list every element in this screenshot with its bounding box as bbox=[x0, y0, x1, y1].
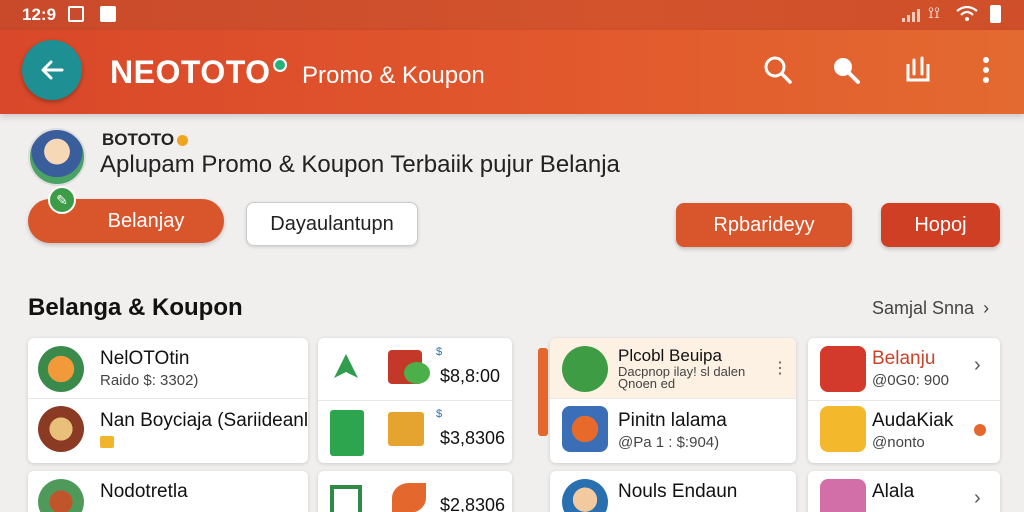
item-subtitle: @0G0: 900 bbox=[872, 372, 949, 389]
hero-tagline: Aplupam Promo & Koupon Terbaiik pujur Be… bbox=[100, 151, 620, 178]
cash-icon bbox=[330, 410, 364, 456]
list-item[interactable]: AudaKiak @nonto bbox=[808, 400, 1000, 460]
app-bar: NEOTOTO Promo & Koupon bbox=[0, 30, 1024, 114]
shop-button-label: Belanjay bbox=[107, 209, 185, 232]
item-title: Nouls Endaun bbox=[618, 481, 738, 502]
wifi-icon bbox=[956, 6, 978, 21]
chevron-right-icon: › bbox=[974, 354, 981, 376]
hot-button-label: Hopoj bbox=[914, 213, 967, 236]
coupon-card[interactable]: Nodotretla bbox=[28, 471, 308, 512]
box-icon bbox=[388, 412, 424, 446]
arrow-left-icon bbox=[41, 60, 64, 80]
divider bbox=[550, 398, 796, 399]
item-title: Belanju bbox=[872, 348, 936, 369]
brand-badge-icon bbox=[272, 58, 287, 72]
basket-thumbnail bbox=[562, 406, 608, 452]
list-coupon-button[interactable]: Dayaulantupn bbox=[246, 202, 418, 246]
coupon-button[interactable] bbox=[900, 52, 936, 88]
status-dot-icon bbox=[974, 424, 986, 436]
list-item[interactable]: Belanju @0G0: 900 › bbox=[808, 338, 1000, 398]
status-bar: 1⁠2:9 ⟟⟟ bbox=[0, 0, 1024, 30]
price-card[interactable]: $2,8306 bbox=[318, 471, 512, 512]
hero-brand: BOTOTO bbox=[102, 130, 189, 150]
avatar bbox=[562, 479, 608, 512]
see-all-label: Samjal Snna bbox=[872, 298, 975, 318]
item-title: NelOTOtin bbox=[100, 348, 190, 369]
item-subtitle: Dacpnop ilay! sl dalen Qnoen ed bbox=[618, 364, 746, 391]
price-value: $2,8306 bbox=[440, 495, 506, 512]
store-thumbnail bbox=[820, 346, 866, 392]
notification-icon bbox=[100, 6, 116, 22]
daily-promo-button-label: Rpbarideyy bbox=[713, 213, 815, 236]
accent-bar bbox=[538, 348, 548, 436]
qr-icon bbox=[330, 485, 362, 512]
item-title: Nodotretla bbox=[100, 481, 188, 502]
filter-search-button[interactable] bbox=[828, 52, 864, 88]
item-subtitle: @nonto bbox=[872, 434, 925, 451]
offer-card[interactable]: Alala › bbox=[808, 471, 1000, 512]
gallery-icon bbox=[68, 6, 84, 22]
back-button[interactable] bbox=[22, 40, 82, 100]
food-thumbnail bbox=[38, 346, 84, 392]
promo-card[interactable]: Nouls Endaun bbox=[550, 471, 796, 512]
item-subtitle: Raido $: 3302) bbox=[100, 372, 199, 389]
item-subtitle: @Pa 1 : $:904) bbox=[618, 434, 720, 451]
price-value: $8,8:00 bbox=[440, 366, 501, 386]
app-brand-label: NEOTOTO bbox=[110, 54, 271, 90]
list-item[interactable]: NelOTOtin Raido $: 3302) bbox=[28, 338, 308, 398]
search-button[interactable] bbox=[760, 52, 796, 88]
list-item[interactable]: Nan Boyciaja (Sariideanl bbox=[28, 400, 308, 460]
item-title: Nan Boyciaja (Sariideanl bbox=[100, 410, 308, 431]
search-filled-icon bbox=[834, 58, 860, 84]
see-all-link[interactable]: Samjal Snna › bbox=[872, 298, 989, 319]
list-coupon-button-label: Dayaulantupn bbox=[270, 212, 394, 235]
daily-promo-button[interactable]: Rpbarideyy bbox=[676, 203, 852, 247]
coupon-card[interactable]: NelOTOtin Raido $: 3302) Nan Boyciaja (S… bbox=[28, 338, 308, 463]
section-title: Belanga & Koupon bbox=[28, 294, 243, 321]
offer-card[interactable]: Belanju @0G0: 900 › AudaKiak @nonto bbox=[808, 338, 1000, 463]
shop-thumbnail bbox=[38, 406, 84, 452]
tag-icon bbox=[100, 436, 114, 448]
more-vert-icon bbox=[983, 57, 989, 83]
chevron-right-icon: › bbox=[983, 298, 990, 318]
search-icon bbox=[764, 56, 792, 84]
price-mini-label: $ bbox=[436, 408, 443, 420]
item-title: Plcobl Beuipa bbox=[618, 346, 722, 365]
arrow-up-icon bbox=[334, 354, 358, 378]
price-card[interactable]: $ $8,8:00 $ $3,8306 bbox=[318, 338, 512, 463]
more-button[interactable] bbox=[968, 52, 1004, 88]
gift-thumbnail bbox=[820, 479, 866, 512]
voucher-thumbnail bbox=[820, 406, 866, 452]
money-icon bbox=[404, 362, 430, 384]
brand-avatar bbox=[28, 128, 86, 186]
signal-icon bbox=[902, 8, 920, 22]
battery-icon bbox=[990, 5, 1001, 23]
price-mini-label: $ bbox=[436, 346, 443, 358]
hot-button[interactable]: Hopoj bbox=[881, 203, 1000, 247]
list-item[interactable]: Plcobl Beuipa Dacpnop ilay! sl dalen Qno… bbox=[550, 338, 796, 398]
vibrate-icon: ⟟⟟ bbox=[928, 5, 940, 22]
food-thumbnail bbox=[38, 479, 84, 512]
chat-icon bbox=[562, 346, 608, 392]
app-subtitle: Promo & Koupon bbox=[302, 62, 485, 89]
item-title: AudaKiak bbox=[872, 410, 954, 431]
more-vert-icon[interactable]: ⋮ bbox=[772, 358, 788, 378]
divider bbox=[28, 398, 308, 399]
brand-badge-icon bbox=[177, 135, 189, 147]
tag-icon: ✎ bbox=[48, 186, 76, 214]
divider bbox=[318, 400, 512, 401]
chevron-right-icon: › bbox=[974, 487, 981, 509]
hero-brand-label: BOTOTO bbox=[102, 130, 175, 149]
app-brand: NEOTOTO bbox=[110, 54, 287, 91]
item-title: Alala bbox=[872, 481, 915, 502]
list-item[interactable]: Pinitn lalama @Pa 1 : $:904) bbox=[550, 400, 796, 460]
item-title: Pinitn lalama bbox=[618, 410, 727, 431]
price-value: $3,8306 bbox=[440, 428, 506, 448]
leaf-icon bbox=[392, 483, 426, 512]
promo-card[interactable]: Plcobl Beuipa Dacpnop ilay! sl dalen Qno… bbox=[550, 338, 796, 463]
status-time: 1⁠2:9 bbox=[22, 5, 57, 24]
coupon-icon bbox=[906, 56, 930, 82]
